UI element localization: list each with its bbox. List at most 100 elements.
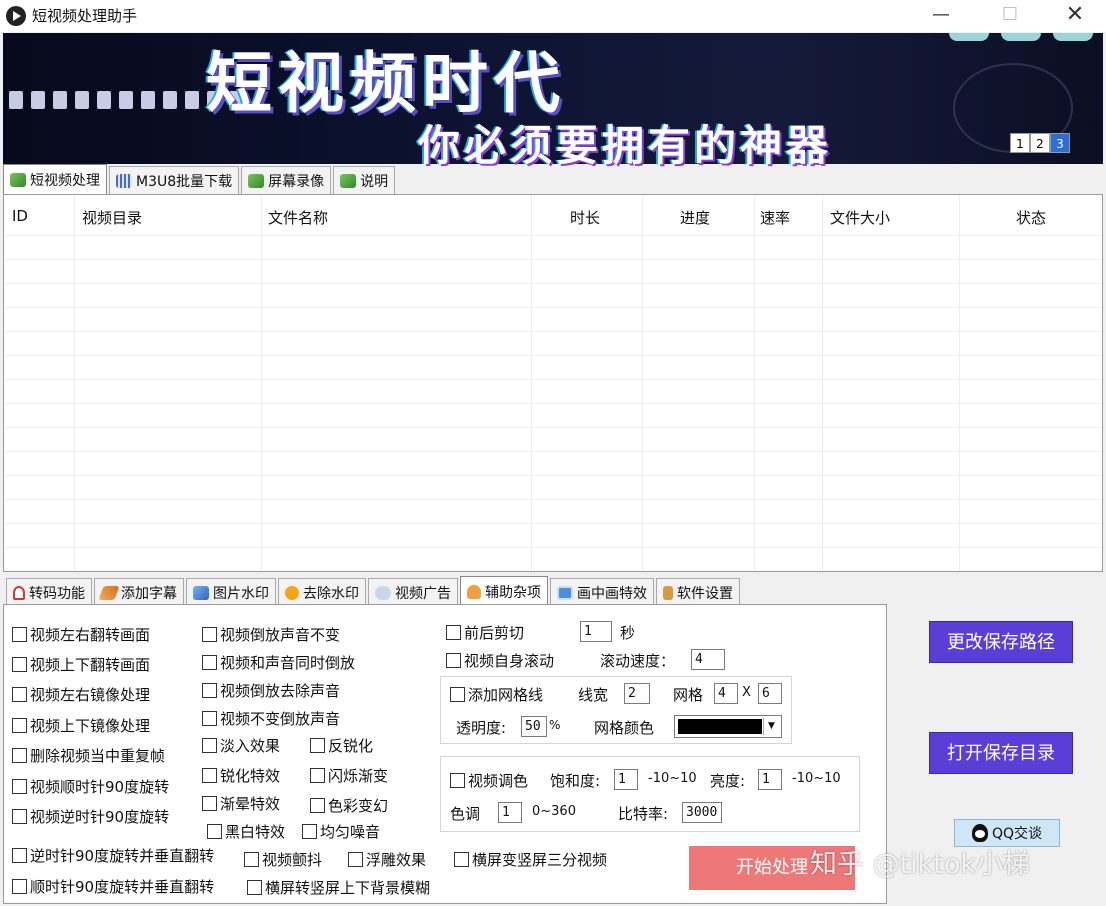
tab-help[interactable]: 说明 <box>333 166 396 194</box>
option-rotate-cw-90[interactable]: 视频顺时针90度旋转 <box>12 776 169 797</box>
trim-seconds-input[interactable]: 1 <box>580 621 612 642</box>
option-vignette[interactable]: 渐晕特效 <box>202 793 280 814</box>
bitrate-input[interactable]: 3000 <box>682 802 722 823</box>
col-status[interactable]: 状态 <box>1016 207 1046 228</box>
tab-remove-watermark[interactable]: 去除水印 <box>278 578 366 606</box>
col-id[interactable]: ID <box>12 207 28 225</box>
option-mirror-vertical[interactable]: 视频上下镜像处理 <box>12 715 150 736</box>
person-icon <box>467 584 481 599</box>
banner-page-3[interactable]: 3 <box>1050 133 1070 153</box>
transcode-icon <box>13 585 25 600</box>
option-black-white[interactable]: 黑白特效 <box>207 821 285 842</box>
option-flicker[interactable]: 闪烁渐变 <box>310 765 388 786</box>
pen-icon <box>98 585 120 600</box>
tab-screen-record[interactable]: 屏幕录像 <box>241 166 332 194</box>
hue-label: 色调 <box>450 805 481 823</box>
option-color-adjust[interactable]: 视频调色 <box>450 770 528 791</box>
tab-subtitle[interactable]: 添加字幕 <box>94 578 184 606</box>
grid-color-label: 网格颜色 <box>594 719 655 737</box>
option-reverse-video-keep-audio[interactable]: 视频倒放声音不变 <box>202 624 340 645</box>
chevron-down-icon: ▼ <box>763 718 779 735</box>
opacity-percent: % <box>549 718 561 732</box>
window-title: 短视频处理助手 <box>32 7 138 25</box>
grid-rows-input[interactable]: 4 <box>714 683 738 704</box>
grid-cols-input[interactable]: 6 <box>758 683 782 704</box>
col-folder[interactable]: 视频目录 <box>82 207 142 228</box>
option-cw90-vflip[interactable]: 顺时针90度旋转并垂直翻转 <box>12 876 214 897</box>
banner-pager: 1 2 3 <box>1010 133 1070 153</box>
circle-icon <box>285 585 299 600</box>
bitrate-label: 比特率: <box>618 805 669 823</box>
option-rotate-ccw-90[interactable]: 视频逆时针90度旋转 <box>12 806 169 827</box>
hue-range: 0~360 <box>532 804 576 819</box>
option-flip-vertical[interactable]: 视频上下翻转画面 <box>12 654 150 675</box>
hue-input[interactable]: 1 <box>498 802 522 823</box>
line-width-label: 线宽 <box>578 686 609 704</box>
scroll-speed-input[interactable]: 4 <box>691 649 725 670</box>
col-filename[interactable]: 文件名称 <box>268 207 328 228</box>
option-landscape-to-portrait-triple[interactable]: 横屏变竖屏三分视频 <box>454 849 607 870</box>
grid-color-swatch <box>678 719 762 734</box>
tab-misc[interactable]: 辅助杂项 <box>460 576 548 606</box>
option-trim[interactable]: 前后剪切 <box>446 622 524 643</box>
opacity-input[interactable]: 50 <box>521 716 547 737</box>
saturation-range: -10~10 <box>648 771 697 786</box>
film-strip-top <box>903 33 1103 43</box>
option-flip-horizontal[interactable]: 视频左右翻转画面 <box>12 624 150 645</box>
col-speed[interactable]: 速率 <box>760 207 790 228</box>
option-sharpen[interactable]: 锐化特效 <box>202 765 280 786</box>
file-table[interactable]: ID 视频目录 文件名称 时长 进度 速率 文件大小 状态 <box>3 194 1103 572</box>
option-reverse-audio-only[interactable]: 视频不变倒放声音 <box>202 708 340 729</box>
option-unsharp[interactable]: 反锐化 <box>310 735 373 756</box>
option-shake[interactable]: 视频颤抖 <box>244 849 322 870</box>
col-filesize[interactable]: 文件大小 <box>830 207 890 228</box>
pip-icon <box>557 585 573 600</box>
cloud-icon <box>375 585 391 600</box>
option-ccw90-vflip[interactable]: 逆时针90度旋转并垂直翻转 <box>12 845 214 866</box>
line-width-input[interactable]: 2 <box>624 683 650 704</box>
option-mirror-horizontal[interactable]: 视频左右镜像处理 <box>12 684 150 705</box>
option-remove-duplicate-frames[interactable]: 删除视频当中重复帧 <box>12 745 165 766</box>
qq-penguin-icon <box>971 824 988 842</box>
green-film-icon <box>340 173 357 188</box>
option-landscape-to-portrait-blur[interactable]: 横屏转竖屏上下背景模糊 <box>247 877 430 898</box>
option-emboss[interactable]: 浮雕效果 <box>348 849 426 870</box>
tab-m3u8-download[interactable]: M3U8批量下载 <box>109 166 240 194</box>
tab-pip[interactable]: 画中画特效 <box>550 578 654 606</box>
tab-transcode[interactable]: 转码功能 <box>6 578 92 606</box>
grid-x-label: X <box>742 685 751 700</box>
green-film-icon <box>248 173 265 188</box>
play-icon <box>6 6 26 26</box>
main-tabs: 短视频处理 M3U8批量下载 屏幕录像 说明 <box>3 164 397 194</box>
green-film-icon <box>10 172 26 187</box>
minimize-button[interactable]: — <box>918 0 964 30</box>
table-header: ID 视频目录 文件名称 时长 进度 速率 文件大小 状态 <box>4 195 1102 235</box>
change-save-path-button[interactable]: 更改保存路径 <box>929 621 1073 663</box>
opacity-label: 透明度: <box>456 719 507 737</box>
col-duration[interactable]: 时长 <box>570 207 600 228</box>
tab-video-ad[interactable]: 视频广告 <box>368 578 458 606</box>
maximize-button[interactable]: ☐ <box>987 0 1033 30</box>
col-progress[interactable]: 进度 <box>680 207 710 228</box>
option-add-gridlines[interactable]: 添加网格线 <box>450 684 543 705</box>
option-self-scroll[interactable]: 视频自身滚动 <box>446 650 554 671</box>
brightness-input[interactable]: 1 <box>758 769 782 790</box>
trim-unit: 秒 <box>620 624 636 642</box>
open-save-folder-button[interactable]: 打开保存目录 <box>929 732 1073 774</box>
option-color-shift[interactable]: 色彩变幻 <box>310 795 388 816</box>
banner-subline: 你必须要拥有的神器 <box>418 121 833 170</box>
saturation-input[interactable]: 1 <box>614 769 638 790</box>
tab-settings[interactable]: 软件设置 <box>656 578 740 606</box>
grid-color-select[interactable]: ▼ <box>674 715 782 738</box>
option-uniform-noise[interactable]: 均匀噪音 <box>302 821 380 842</box>
tab-short-video[interactable]: 短视频处理 <box>3 164 107 194</box>
option-reverse-mute[interactable]: 视频倒放去除声音 <box>202 680 340 701</box>
brightness-range: -10~10 <box>792 771 841 786</box>
banner-page-1[interactable]: 1 <box>1010 133 1030 153</box>
option-reverse-both[interactable]: 视频和声音同时倒放 <box>202 652 355 673</box>
close-button[interactable]: ✕ <box>1052 0 1098 30</box>
banner-page-2[interactable]: 2 <box>1030 133 1050 153</box>
option-fade-in[interactable]: 淡入效果 <box>202 735 280 756</box>
scroll-speed-label: 滚动速度： <box>600 652 676 670</box>
tab-image-watermark[interactable]: 图片水印 <box>186 578 276 606</box>
